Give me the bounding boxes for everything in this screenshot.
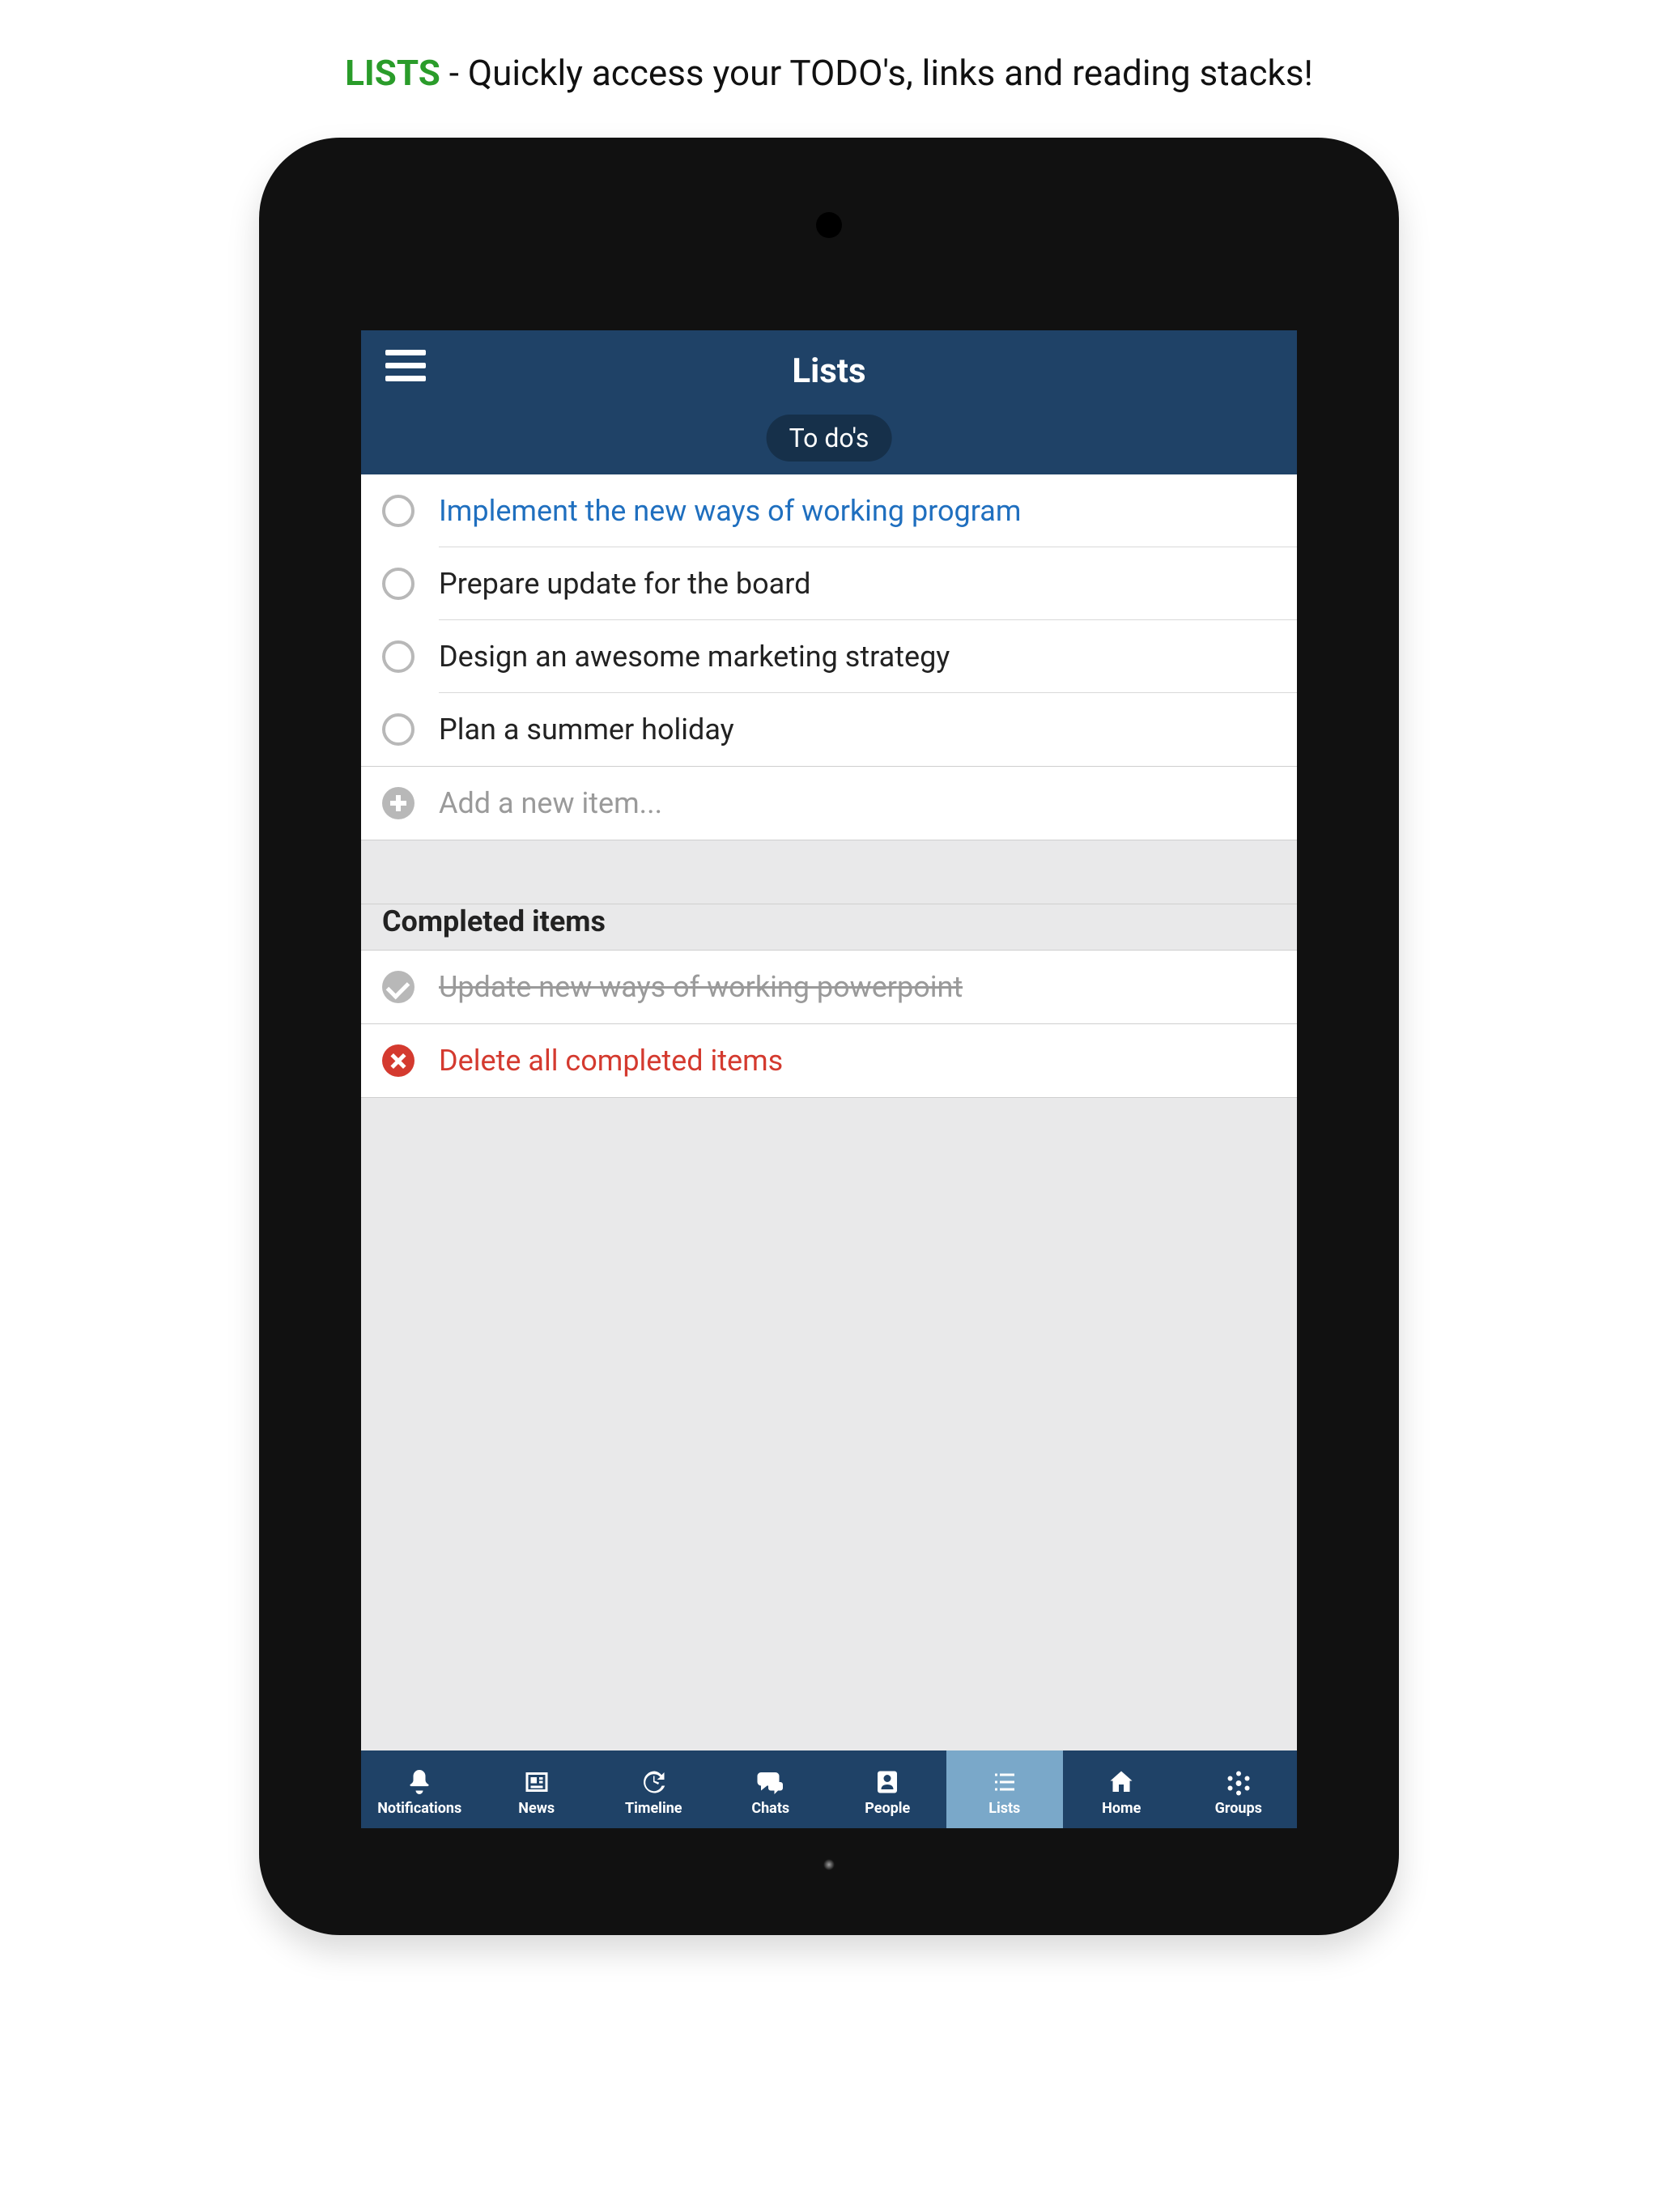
unchecked-circle-icon[interactable] (382, 568, 414, 600)
nav-label: Notifications (377, 1800, 461, 1817)
unchecked-circle-icon[interactable] (382, 640, 414, 673)
newspaper-icon (521, 1766, 553, 1798)
unchecked-circle-icon[interactable] (382, 713, 414, 746)
add-item-row[interactable]: Add a new item... (361, 767, 1297, 840)
nav-label: Lists (988, 1800, 1020, 1817)
nav-label: Chats (751, 1800, 789, 1817)
home-icon (1105, 1766, 1137, 1798)
bell-icon (403, 1766, 436, 1798)
delete-completed-button[interactable]: Delete all completed items (361, 1024, 1297, 1097)
person-card-icon (871, 1766, 903, 1798)
completed-list: Update new ways of working powerpoint De… (361, 950, 1297, 1098)
nav-notifications[interactable]: Notifications (361, 1750, 478, 1828)
nav-home[interactable]: Home (1063, 1750, 1180, 1828)
bottom-nav: Notifications News Timeline (361, 1750, 1297, 1828)
nav-timeline[interactable]: Timeline (595, 1750, 712, 1828)
todo-item[interactable]: Design an awesome marketing strategy (361, 620, 1297, 693)
nav-chats[interactable]: Chats (712, 1750, 830, 1828)
tablet-camera (816, 212, 842, 238)
nav-label: People (865, 1800, 910, 1817)
todo-item[interactable]: Prepare update for the board (361, 547, 1297, 620)
nav-lists[interactable]: Lists (946, 1750, 1064, 1828)
tablet-home-indicator (823, 1859, 835, 1870)
list-icon (988, 1766, 1021, 1798)
nav-people[interactable]: People (829, 1750, 946, 1828)
nav-label: Home (1102, 1800, 1141, 1817)
section-gap (361, 840, 1297, 904)
checkmark-icon[interactable] (382, 971, 414, 1003)
tablet-frame: Lists To do's Implement the new ways of … (259, 138, 1399, 1935)
nav-label: Groups (1215, 1800, 1262, 1817)
todo-item-label: Prepare update for the board (439, 567, 810, 601)
completed-item-label: Update new ways of working powerpoint (439, 970, 963, 1004)
marketing-highlight: LISTS (345, 52, 440, 94)
todo-item-label: Plan a summer holiday (439, 713, 734, 747)
todo-item[interactable]: Plan a summer holiday (361, 693, 1297, 766)
groups-icon (1222, 1766, 1255, 1798)
todo-list: Implement the new ways of working progra… (361, 474, 1297, 840)
todo-item-label: Implement the new ways of working progra… (439, 494, 1021, 528)
marketing-rest: - Quickly access your TODO's, links and … (440, 52, 1313, 94)
todo-item-label: Design an awesome marketing strategy (439, 640, 950, 674)
app-header: Lists To do's (361, 330, 1297, 474)
completed-item[interactable]: Update new ways of working powerpoint (361, 951, 1297, 1023)
delete-completed-label: Delete all completed items (439, 1044, 783, 1078)
nav-label: News (518, 1800, 555, 1817)
page-title: Lists (361, 351, 1297, 391)
completed-section-header: Completed items (361, 904, 1297, 950)
history-icon (637, 1766, 670, 1798)
todo-item[interactable]: Implement the new ways of working progra… (361, 474, 1297, 547)
unchecked-circle-icon[interactable] (382, 495, 414, 527)
plus-icon[interactable] (382, 787, 414, 819)
nav-groups[interactable]: Groups (1180, 1750, 1298, 1828)
app-screen: Lists To do's Implement the new ways of … (361, 330, 1297, 1828)
marketing-heading: LISTS - Quickly access your TODO's, link… (0, 52, 1658, 94)
chat-icon (755, 1766, 787, 1798)
close-icon (382, 1044, 414, 1077)
nav-label: Timeline (625, 1800, 682, 1817)
nav-news[interactable]: News (478, 1750, 596, 1828)
add-item-placeholder: Add a new item... (439, 786, 662, 820)
filter-pill[interactable]: To do's (767, 415, 892, 462)
